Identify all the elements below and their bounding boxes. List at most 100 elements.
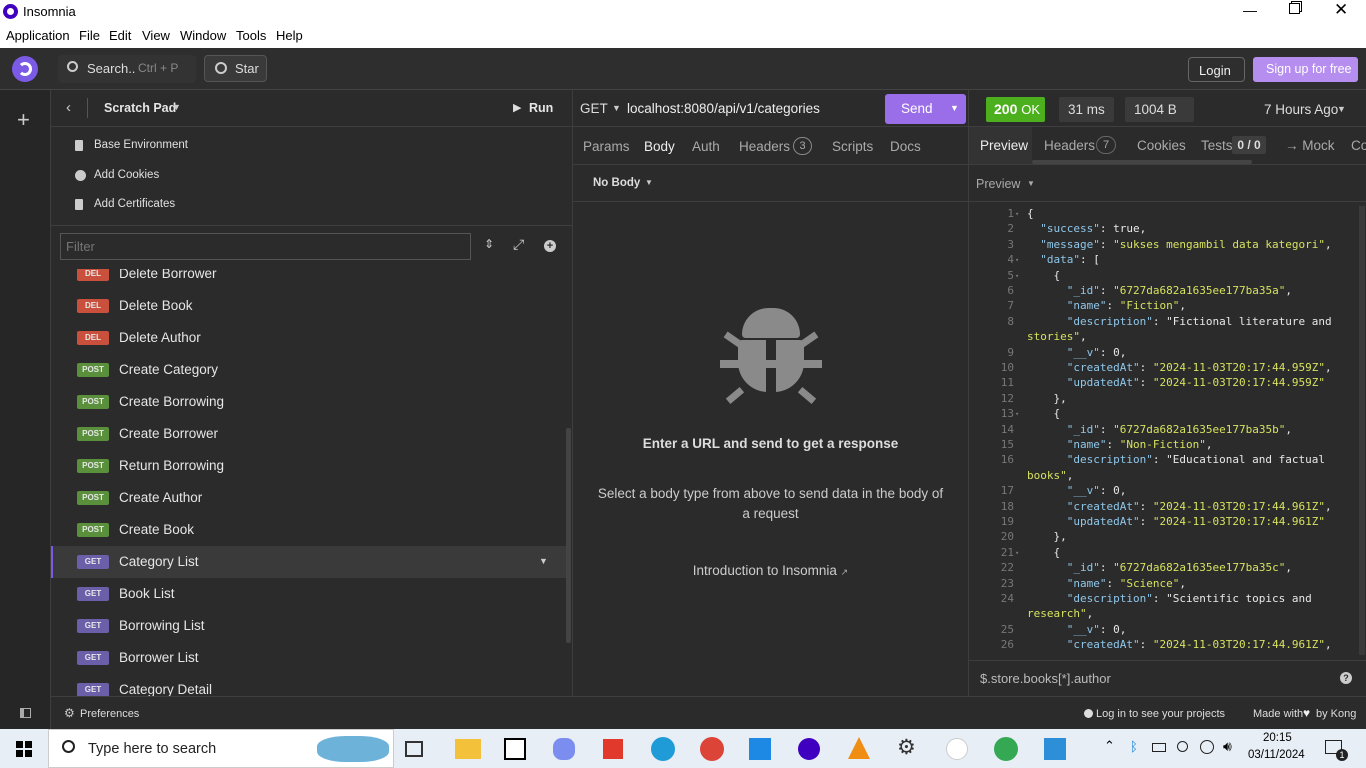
request-item[interactable]: GET Borrower List bbox=[51, 642, 566, 674]
signup-button[interactable]: Sign up for free bbox=[1253, 57, 1358, 82]
request-item[interactable]: DEL Delete Author bbox=[51, 322, 566, 354]
body-type-select[interactable]: No Body bbox=[593, 177, 640, 189]
method-select[interactable]: GET bbox=[580, 101, 608, 116]
chrome-profile-icon[interactable] bbox=[700, 737, 724, 761]
menu-edit[interactable]: Edit bbox=[109, 28, 131, 43]
edge-icon[interactable] bbox=[651, 737, 675, 761]
request-item[interactable]: GET Borrowing List bbox=[51, 610, 566, 642]
request-item[interactable]: DEL Delete Book bbox=[51, 290, 566, 322]
copilot-icon[interactable] bbox=[553, 738, 575, 760]
fold-icon[interactable]: ▾ bbox=[1015, 407, 1019, 422]
search-button[interactable]: Search.. Ctrl + P bbox=[58, 55, 196, 83]
add-request-icon[interactable]: + bbox=[544, 240, 556, 252]
insomnia-taskbar-icon[interactable] bbox=[798, 738, 820, 760]
preview-chevron-icon[interactable]: ▼ bbox=[1027, 179, 1035, 188]
task-view-icon[interactable] bbox=[405, 741, 423, 757]
request-item[interactable]: DEL Delete Borrower bbox=[51, 269, 566, 290]
response-age[interactable]: 7 Hours Ago bbox=[1264, 102, 1338, 117]
menu-view[interactable]: View bbox=[142, 28, 170, 43]
menu-help[interactable]: Help bbox=[276, 28, 303, 43]
login-button[interactable]: Login bbox=[1188, 57, 1245, 82]
tab-preview[interactable]: Preview bbox=[980, 138, 1028, 153]
intro-link[interactable]: Introduction to Insomnia ↗ bbox=[573, 563, 968, 578]
taskbar-search[interactable]: Type here to search bbox=[48, 729, 394, 768]
webcam-icon[interactable] bbox=[1177, 741, 1188, 752]
filter-input[interactable] bbox=[60, 233, 471, 260]
play-icon[interactable]: ▶ bbox=[513, 101, 521, 114]
tab-docs[interactable]: Docs bbox=[890, 139, 921, 154]
tab-mock[interactable]: → Mock bbox=[1285, 138, 1335, 153]
back-icon[interactable]: ‹ bbox=[66, 99, 71, 116]
menu-file[interactable]: File bbox=[79, 28, 100, 43]
help-icon[interactable]: ? bbox=[1340, 672, 1352, 684]
response-filter-input[interactable]: $.store.books[*].author bbox=[980, 671, 1111, 686]
fold-icon[interactable]: ▾ bbox=[1015, 269, 1019, 284]
clock-time[interactable]: 20:15 bbox=[1263, 732, 1292, 744]
chrome-icon[interactable] bbox=[994, 737, 1018, 761]
vlc-icon[interactable] bbox=[848, 737, 870, 759]
request-item[interactable]: POST Create Author bbox=[51, 482, 566, 514]
request-item[interactable]: POST Create Borrowing bbox=[51, 386, 566, 418]
request-item[interactable]: POST Create Category bbox=[51, 354, 566, 386]
close-icon[interactable]: ✕ bbox=[1334, 0, 1348, 20]
photos-icon[interactable] bbox=[1044, 738, 1066, 760]
request-item[interactable]: GET Book List bbox=[51, 578, 566, 610]
tab-cookies[interactable]: Cookies bbox=[1137, 138, 1186, 153]
bluetooth-icon[interactable]: ᛒ bbox=[1130, 739, 1138, 754]
tab-tests[interactable]: Tests bbox=[1201, 138, 1233, 153]
app-icon[interactable] bbox=[603, 739, 623, 759]
workspace-title[interactable]: Scratch Pad bbox=[104, 101, 176, 115]
sort-icon[interactable]: ⇕ bbox=[484, 237, 494, 251]
tab-headers[interactable]: Headers bbox=[739, 139, 790, 154]
windows-start-icon[interactable] bbox=[16, 741, 32, 757]
restore-icon[interactable] bbox=[1289, 3, 1300, 14]
settings-icon[interactable]: ⚙ bbox=[897, 735, 923, 761]
dropdown-icon[interactable]: ▼ bbox=[539, 556, 548, 566]
body-type-chevron-icon[interactable]: ▼ bbox=[645, 178, 653, 187]
tab-params[interactable]: Params bbox=[583, 139, 630, 154]
response-scrollbar[interactable] bbox=[1359, 206, 1365, 655]
tab-scripts[interactable]: Scripts bbox=[832, 139, 873, 154]
minimize-icon[interactable]: — bbox=[1243, 2, 1257, 18]
fold-icon[interactable]: ▾ bbox=[1015, 546, 1019, 561]
response-body[interactable]: 1 ▾{2 "success": true, 3 "message": "sukse… bbox=[969, 206, 1359, 655]
preferences-link[interactable]: Preferences bbox=[80, 708, 139, 720]
send-dropdown-icon[interactable]: ▼ bbox=[950, 103, 959, 113]
chevron-down-icon[interactable]: ▼ bbox=[172, 102, 181, 112]
send-button[interactable]: Send ▼ bbox=[885, 94, 966, 124]
request-item[interactable]: GET Category Detail bbox=[51, 674, 566, 696]
clock-date[interactable]: 03/11/2024 bbox=[1248, 749, 1305, 761]
show-hidden-icons[interactable]: ⌃ bbox=[1104, 738, 1115, 754]
fold-icon[interactable]: ▾ bbox=[1015, 253, 1019, 268]
vscode-icon[interactable] bbox=[749, 738, 771, 760]
mongodb-compass-icon[interactable] bbox=[946, 738, 968, 760]
gear-icon[interactable]: ⚙ bbox=[64, 706, 75, 720]
tab-body[interactable]: Body bbox=[644, 139, 675, 154]
method-chevron-icon[interactable]: ▼ bbox=[612, 103, 621, 113]
menu-application[interactable]: Application bbox=[6, 28, 70, 43]
network-icon[interactable] bbox=[1200, 740, 1214, 754]
file-explorer-icon[interactable] bbox=[455, 739, 481, 759]
battery-icon[interactable] bbox=[1152, 743, 1166, 752]
preview-mode-select[interactable]: Preview bbox=[976, 177, 1020, 191]
request-item[interactable]: POST Create Borrower bbox=[51, 418, 566, 450]
tab-headers[interactable]: Headers bbox=[1044, 138, 1095, 153]
menu-tools[interactable]: Tools bbox=[236, 28, 266, 43]
sidebar-link-certificates[interactable]: Add Certificates bbox=[75, 197, 375, 215]
history-chevron-icon[interactable]: ▼ bbox=[1337, 104, 1346, 114]
tabs-scrollbar[interactable] bbox=[1032, 160, 1252, 164]
sidebar-link-environment[interactable]: Base Environment bbox=[75, 138, 375, 156]
menu-window[interactable]: Window bbox=[180, 28, 226, 43]
request-item-active[interactable]: GET Category List ▼ bbox=[51, 546, 566, 578]
tab-auth[interactable]: Auth bbox=[692, 139, 720, 154]
sidebar-link-cookies[interactable]: Add Cookies bbox=[75, 168, 375, 186]
fold-icon[interactable]: ▾ bbox=[1015, 207, 1019, 222]
add-icon[interactable]: + bbox=[17, 107, 30, 133]
notion-icon[interactable] bbox=[504, 738, 526, 760]
run-button[interactable]: Run bbox=[529, 101, 553, 115]
sidebar-scrollbar[interactable] bbox=[566, 428, 571, 643]
expand-icon[interactable]: ⤢ bbox=[513, 236, 524, 253]
insomnia-home-icon[interactable] bbox=[12, 56, 38, 82]
request-item[interactable]: POST Return Borrowing bbox=[51, 450, 566, 482]
url-input[interactable]: localhost:8080/api/v1/categories bbox=[627, 101, 820, 116]
